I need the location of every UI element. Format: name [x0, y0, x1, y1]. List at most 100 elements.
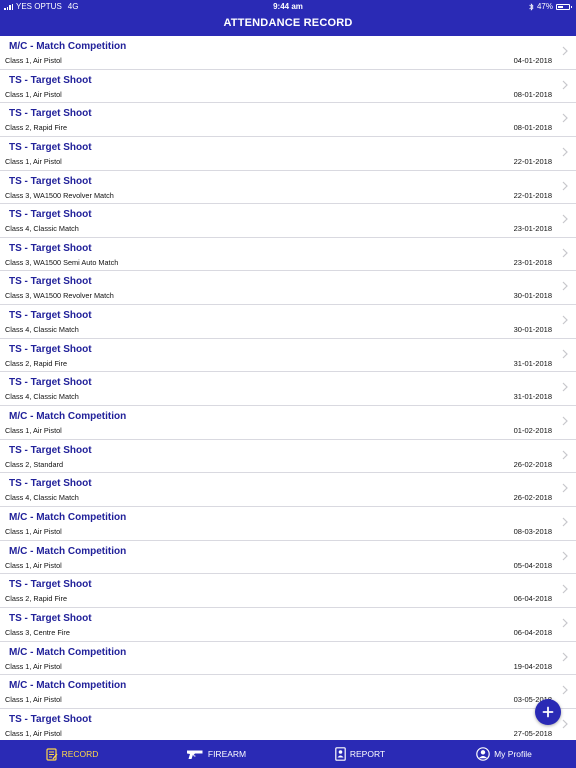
chevron-right-icon [562, 652, 568, 661]
list-item[interactable]: TS - Target Shoot Class 2, Rapid Fire 31-0… [0, 338, 576, 373]
attendance-list[interactable]: M/C - Match Competition Class 1, Air Pist… [0, 36, 576, 740]
list-item[interactable]: TS - Target Shoot Class 2, Rapid Fire 08-0… [0, 103, 576, 137]
list-item[interactable]: TS - Target Shoot Class 1, Air Pistol 27-0… [0, 708, 576, 740]
record-title: M/C - Match Competition [9, 545, 127, 557]
record-subtitle: Class 2, Standard [5, 459, 64, 469]
chevron-right-icon [562, 584, 568, 594]
record-subtitle: Class 1, Air Pistol [5, 426, 62, 436]
record-title: TS - Target Shoot [9, 343, 92, 355]
record-subtitle: Class 3, WA1500 Semi Auto Match [5, 257, 119, 267]
record-title: TS - Target Shoot [9, 310, 92, 322]
record-subtitle: Class 1, Air Pistol [5, 560, 62, 570]
report-icon [335, 747, 346, 761]
list-item[interactable]: M/C - Match Competition Class 1, Air Pist… [0, 641, 576, 676]
chevron-right-icon [562, 450, 568, 460]
chevron-right-icon [562, 618, 568, 628]
record-subtitle: Class 1, Air Pistol [5, 695, 62, 705]
record-title: M/C - Match Competition [9, 41, 127, 52]
tab-record[interactable]: RECORD [0, 740, 144, 768]
record-subtitle: Class 2, Rapid Fire [5, 358, 68, 368]
firearm-icon [186, 750, 203, 759]
chevron-right-icon [562, 685, 568, 695]
record-date: 06-04-2018 [513, 594, 552, 604]
record-title: TS - Target Shoot [9, 579, 92, 591]
record-title: TS - Target Shoot [9, 209, 92, 221]
list-item[interactable]: TS - Target Shoot Class 4, Classic Match 3… [0, 305, 576, 339]
record-subtitle: Class 3, WA1500 Revolver Match [5, 291, 114, 301]
record-date: 30-01-2018 [513, 291, 552, 301]
list-item[interactable]: TS - Target Shoot Class 3, Centre Fire 06-… [0, 607, 576, 642]
record-date: 08-01-2018 [513, 89, 552, 99]
record-subtitle: Class 1, Air Pistol [5, 156, 62, 166]
list-item[interactable]: TS - Target Shoot Class 2, Rapid Fire 06-0… [0, 574, 576, 608]
record-date: 22-01-2018 [513, 190, 552, 200]
list-item[interactable]: TS - Target Shoot Class 1, Air Pistol 22-0… [0, 136, 576, 171]
record-title: TS - Target Shoot [9, 444, 92, 456]
chevron-right-icon [562, 181, 568, 190]
record-date: 05-04-2018 [513, 560, 552, 570]
chevron-right-icon [562, 416, 568, 426]
record-title: M/C - Match Competition [9, 511, 127, 523]
record-subtitle: Class 1, Air Pistol [5, 526, 62, 536]
record-date: 27-05-2018 [513, 728, 552, 738]
tab-profile-label: My Profile [494, 749, 532, 759]
chevron-right-icon [562, 382, 568, 392]
record-date: 23-01-2018 [513, 224, 552, 234]
list-item[interactable]: TS - Target Shoot Class 4, Classic Match 2… [0, 204, 576, 238]
chevron-right-icon [562, 113, 568, 123]
list-item[interactable]: TS - Target Shoot Class 1, Air Pistol 08-0… [0, 69, 576, 104]
list-item[interactable]: M/C - Match Competition Class 1, Air Pist… [0, 675, 576, 709]
record-subtitle: Class 2, Rapid Fire [5, 123, 68, 133]
record-subtitle: Class 4, Classic Match [5, 392, 79, 402]
list-item[interactable]: M/C - Match Competition Class 1, Air Pist… [0, 540, 576, 575]
record-title: M/C - Match Competition [9, 680, 127, 692]
list-item[interactable]: TS - Target Shoot Class 4, Classic Match 2… [0, 473, 576, 507]
page-title: ATTENDANCE RECORD [223, 17, 353, 29]
record-title: TS - Target Shoot [9, 108, 92, 120]
record-subtitle: Class 1, Air Pistol [5, 728, 62, 738]
list-item[interactable]: TS - Target Shoot Class 3, WA1500 Semi Au… [0, 237, 576, 272]
record-date: 30-01-2018 [513, 325, 552, 335]
tab-record-label: RECORD [61, 749, 99, 759]
record-date: 26-02-2018 [513, 493, 552, 503]
record-title: TS - Target Shoot [9, 242, 92, 254]
chevron-right-icon [562, 80, 568, 90]
list-item[interactable]: M/C - Match Competition Class 1, Air Pist… [0, 406, 576, 440]
status-bar: YES OPTUS 4G 9:44 am 47% [0, 0, 576, 13]
chevron-right-icon [562, 517, 568, 527]
tab-firearm-label: FIREARM [207, 749, 247, 759]
tab-report-label: REPORT [349, 749, 386, 759]
tab-profile[interactable]: My Profile [432, 740, 576, 768]
record-date: 08-01-2018 [513, 123, 552, 133]
chevron-right-icon [562, 315, 568, 325]
list-item[interactable]: TS - Target Shoot Class 3, WA1500 Revolve… [0, 271, 576, 306]
record-date: 26-02-2018 [513, 459, 552, 469]
record-date: 06-04-2018 [513, 627, 552, 637]
record-date: 19-04-2018 [513, 661, 552, 671]
list-item[interactable]: M/C - Match Competition Class 1, Air Pist… [0, 506, 576, 541]
bluetooth-icon [529, 2, 534, 11]
tab-report[interactable]: REPORT [288, 740, 432, 768]
list-item[interactable]: TS - Target Shoot Class 3, WA1500 Revolve… [0, 170, 576, 205]
record-subtitle: Class 3, Centre Fire [5, 627, 70, 637]
list-item[interactable]: TS - Target Shoot Class 2, Standard 26-02-… [0, 439, 576, 474]
record-date: 31-01-2018 [513, 358, 552, 368]
chevron-right-icon [562, 483, 568, 493]
plus-icon [542, 706, 554, 718]
chevron-right-icon [562, 551, 568, 561]
battery-percent: 47% [536, 2, 553, 11]
list-item[interactable]: TS - Target Shoot Class 4, Classic Match 3… [0, 372, 576, 407]
chevron-right-icon [562, 214, 568, 224]
record-date: 01-02-2018 [513, 426, 552, 436]
chevron-right-icon [562, 46, 568, 56]
record-subtitle: Class 1, Air Pistol [5, 56, 62, 65]
record-title: M/C - Match Competition [9, 646, 127, 658]
record-title: TS - Target Shoot [9, 141, 92, 153]
add-record-button[interactable] [535, 699, 561, 725]
tab-firearm[interactable]: FIREARM [144, 740, 288, 768]
record-date: 31-01-2018 [513, 392, 552, 402]
list-item[interactable]: M/C - Match Competition Class 1, Air Pist… [0, 36, 576, 70]
profile-icon [476, 747, 490, 761]
record-title: TS - Target Shoot [9, 74, 92, 86]
record-title: M/C - Match Competition [9, 411, 127, 423]
